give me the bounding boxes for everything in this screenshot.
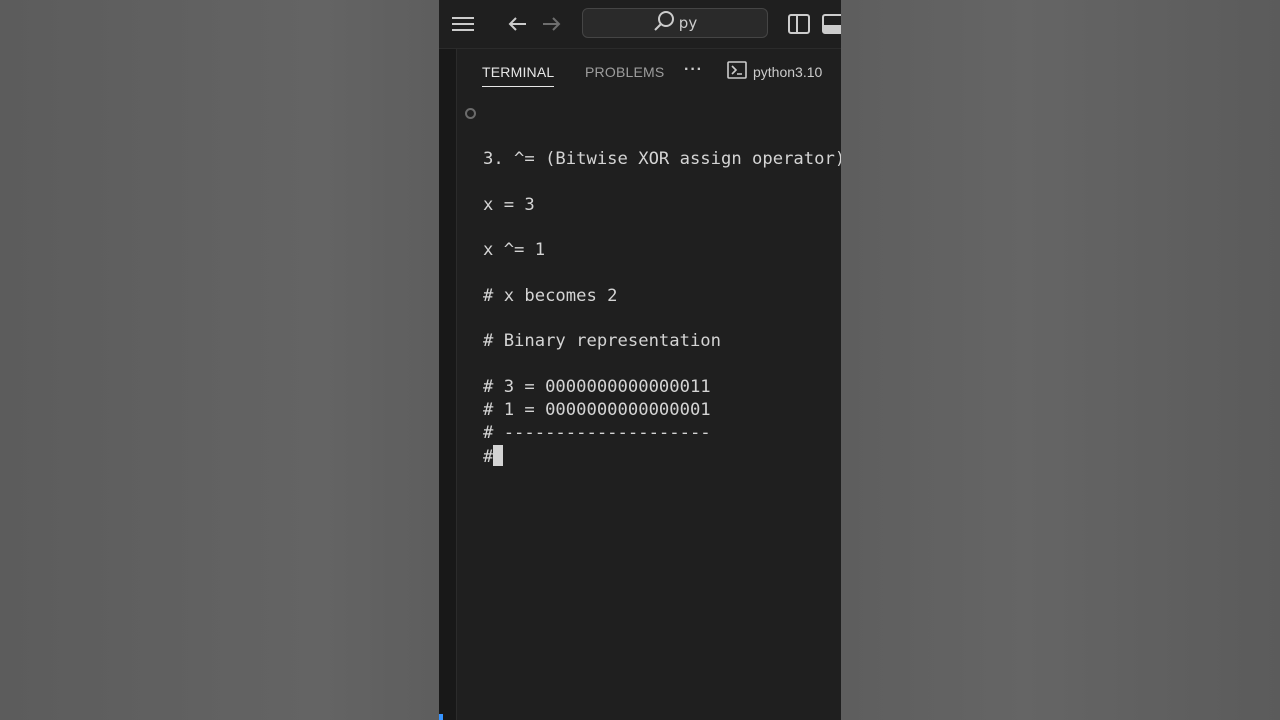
vscode-window: py TERMINAL PROBLEMS ··· python3.10 3. ^… <box>439 0 841 720</box>
terminal-output[interactable]: 3. ^= (Bitwise XOR assign operator) x = … <box>457 95 841 720</box>
terminal-text: 3. ^= (Bitwise XOR assign operator) x = … <box>483 95 841 467</box>
toggle-panel-icon[interactable] <box>821 12 841 36</box>
terminal-profile[interactable]: python3.10 <box>727 61 822 82</box>
terminal-line: # -------------------- <box>483 423 711 443</box>
tab-problems[interactable]: PROBLEMS <box>585 64 664 80</box>
terminal-line: x ^= 1 <box>483 240 546 260</box>
terminal-line: # Binary representation <box>483 331 721 351</box>
search-text: py <box>678 14 698 32</box>
terminal-panel: TERMINAL PROBLEMS ··· python3.10 3. ^= (… <box>457 49 841 720</box>
terminal-prompt-line: # <box>483 445 504 467</box>
terminal-line: # <box>483 447 494 467</box>
command-center-search[interactable]: py <box>582 8 768 38</box>
text-cursor <box>493 445 504 466</box>
arrow-right-icon[interactable] <box>540 12 564 36</box>
terminal-icon <box>727 61 747 82</box>
more-actions-icon[interactable]: ··· <box>684 61 703 79</box>
terminal-line: # x becomes 2 <box>483 286 618 306</box>
video-frame: py TERMINAL PROBLEMS ··· python3.10 3. ^… <box>0 0 1280 720</box>
search-icon <box>653 10 675 37</box>
command-decoration-icon <box>465 108 476 119</box>
terminal-profile-label: python3.10 <box>753 63 823 80</box>
terminal-line: x = 3 <box>483 195 535 215</box>
accent-mark <box>439 714 443 720</box>
arrow-left-icon[interactable] <box>505 12 529 36</box>
tab-terminal[interactable]: TERMINAL <box>482 64 555 87</box>
panel-tabs: TERMINAL PROBLEMS ··· python3.10 <box>457 49 841 95</box>
toggle-sidebar-icon[interactable] <box>787 12 811 36</box>
menu-icon[interactable] <box>451 12 475 36</box>
title-bar: py <box>439 0 841 49</box>
terminal-line: 3. ^= (Bitwise XOR assign operator) <box>483 149 841 169</box>
terminal-line: # 1 = 0000000000000001 <box>483 400 711 420</box>
terminal-line: # 3 = 0000000000000011 <box>483 377 711 397</box>
activity-bar-edge <box>439 49 457 720</box>
